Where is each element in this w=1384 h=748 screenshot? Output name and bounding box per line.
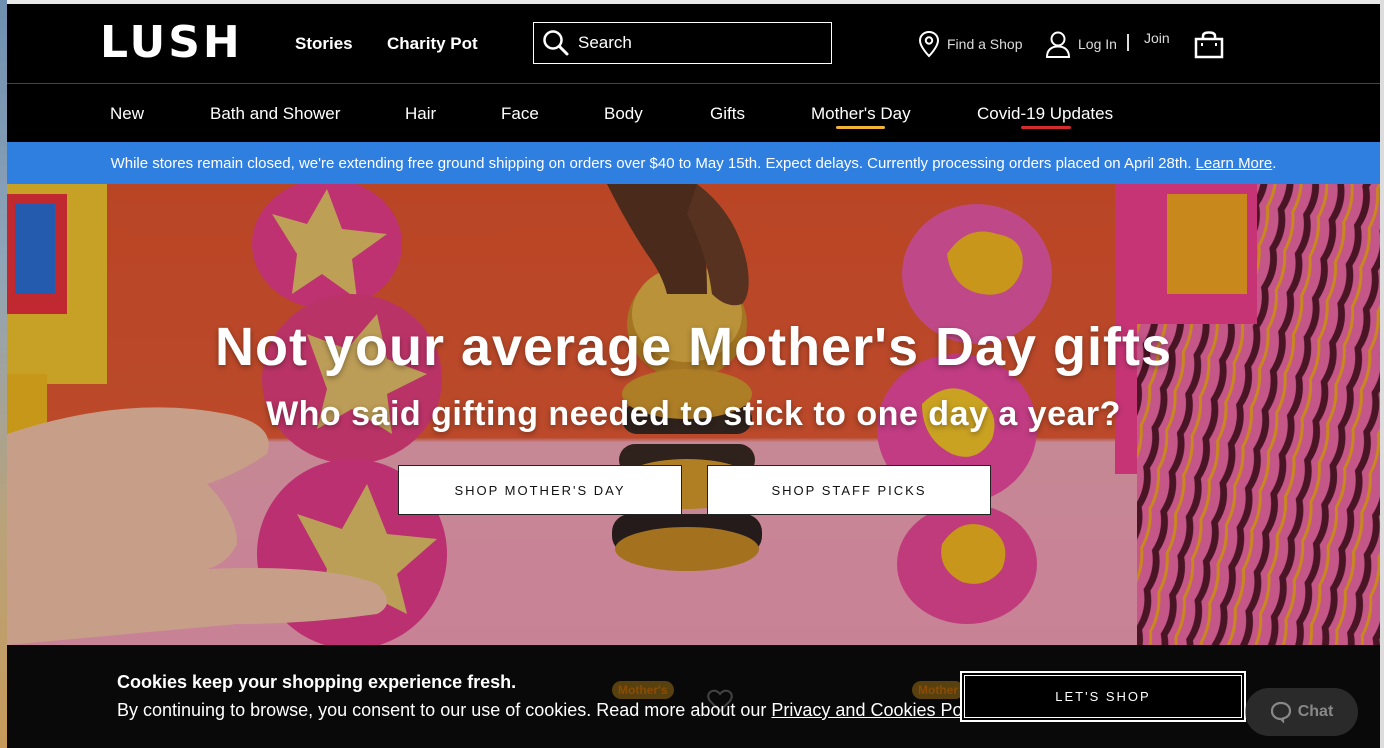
lets-shop-button[interactable]: LET'S SHOP bbox=[960, 671, 1246, 722]
chat-button[interactable]: Chat bbox=[1245, 688, 1358, 736]
covid-underline bbox=[1021, 126, 1071, 129]
category-nav: New Bath and Shower Hair Face Body Gifts… bbox=[7, 84, 1380, 142]
window-frame-right bbox=[1380, 0, 1384, 748]
find-a-shop-label: Find a Shop bbox=[947, 36, 1023, 52]
nav-item-mothers-day[interactable]: Mother's Day bbox=[811, 104, 911, 124]
join-label: Join bbox=[1144, 30, 1170, 46]
nav-item-body[interactable]: Body bbox=[604, 104, 643, 124]
banner-period: . bbox=[1272, 154, 1277, 172]
learn-more-link[interactable]: Learn More bbox=[1196, 155, 1273, 172]
search-icon bbox=[543, 30, 569, 56]
stories-link[interactable]: Stories bbox=[295, 34, 353, 54]
mothers-day-underline bbox=[836, 126, 885, 129]
nav-item-bath-and-shower[interactable]: Bath and Shower bbox=[210, 104, 340, 124]
nav-item-new[interactable]: New bbox=[110, 104, 144, 124]
join-link[interactable]: Join bbox=[1144, 30, 1170, 46]
search-input[interactable] bbox=[578, 33, 808, 53]
cookie-title: Cookies keep your shopping experience fr… bbox=[117, 672, 517, 692]
charity-pot-link[interactable]: Charity Pot bbox=[387, 34, 478, 54]
shipping-notice-banner: While stores remain closed, we're extend… bbox=[7, 142, 1380, 184]
chat-label: Chat bbox=[1297, 703, 1334, 720]
privacy-policy-link[interactable]: Privacy and Cookies Policy bbox=[771, 700, 987, 720]
nav-item-hair[interactable]: Hair bbox=[405, 104, 436, 124]
lush-logo[interactable]: LUSH bbox=[100, 21, 243, 65]
chat-bubble-icon bbox=[1270, 701, 1291, 723]
site-header: LUSH Stories Charity Pot Find a Shop Log… bbox=[7, 4, 1380, 83]
log-in-link[interactable]: Log In bbox=[1045, 30, 1117, 58]
nav-item-covid-updates[interactable]: Covid-19 Updates bbox=[977, 104, 1113, 124]
cookie-message: By continuing to browse, you consent to … bbox=[117, 700, 992, 721]
location-pin-icon bbox=[918, 30, 940, 58]
hero-subtitle: Who said gifting needed to stick to one … bbox=[266, 395, 1121, 433]
hero-banner: Not your average Mother's Day gifts Who … bbox=[7, 184, 1380, 645]
lush-website: LUSH Stories Charity Pot Find a Shop Log… bbox=[7, 4, 1380, 748]
product-tag: Mother bbox=[912, 681, 964, 699]
desktop-background-edge bbox=[0, 0, 7, 748]
shop-staff-picks-button[interactable]: SHOP STAFF PICKS bbox=[707, 465, 991, 515]
hero-title: Not your average Mother's Day gifts bbox=[214, 317, 1173, 377]
cookie-text: By continuing to browse, you consent to … bbox=[117, 700, 767, 720]
shopping-bag-icon[interactable] bbox=[1194, 31, 1224, 59]
header-separator bbox=[1127, 34, 1129, 51]
search-box[interactable] bbox=[533, 22, 832, 64]
shop-mothers-day-button[interactable]: SHOP MOTHER'S DAY bbox=[398, 465, 682, 515]
banner-text: While stores remain closed, we're extend… bbox=[110, 154, 1192, 172]
nav-item-face[interactable]: Face bbox=[501, 104, 539, 124]
log-in-label: Log In bbox=[1078, 36, 1117, 52]
user-icon bbox=[1045, 31, 1071, 58]
nav-item-gifts[interactable]: Gifts bbox=[710, 104, 745, 124]
find-a-shop-link[interactable]: Find a Shop bbox=[918, 30, 1023, 58]
product-tag: Mother's bbox=[612, 681, 674, 699]
cookie-consent-bar: Mother's Mother Mo Cookies keep your sho… bbox=[7, 645, 1380, 748]
